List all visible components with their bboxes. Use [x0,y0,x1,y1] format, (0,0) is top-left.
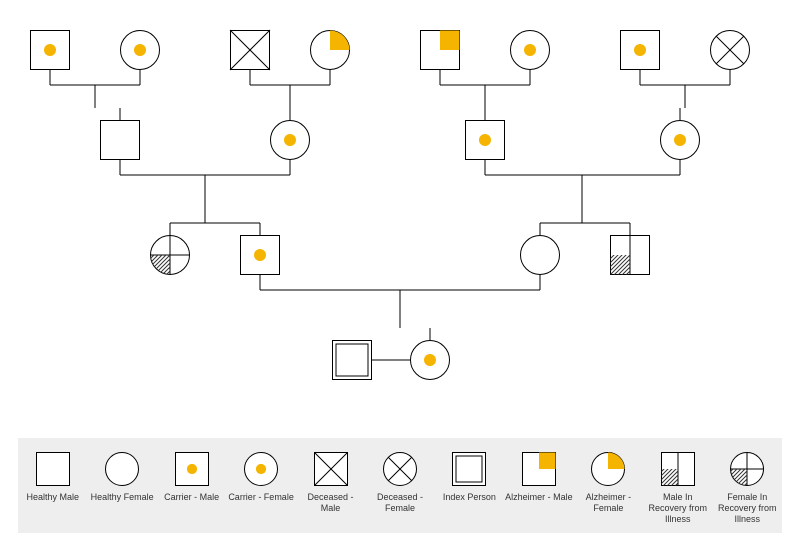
person-g1d_m [621,31,660,70]
legend-label: Deceased - Male [297,492,365,514]
person-g4_f [411,341,450,380]
legend-carrier_male: Carrier - Male [158,452,226,503]
person-g1b_f [311,31,350,70]
person-g1a_f [121,31,160,70]
pedigree-tree [0,0,800,430]
legend-label: Carrier - Female [228,492,294,503]
legend-healthy_male: Healthy Male [19,452,87,503]
person-g3a_s [151,236,190,275]
legend-healthy_female: Healthy Female [88,452,156,503]
legend-alz_male: Alzheimer - Male [505,452,573,503]
legend-label: Alzheimer - Female [574,492,642,514]
person-g3a_m [241,236,280,275]
legend-deceased_female: Deceased - Female [366,452,434,514]
person-g1c_m [421,31,460,70]
person-g1d_f [711,31,750,70]
person-g2a_f [271,121,310,160]
legend-label: Deceased - Female [366,492,434,514]
legend-label: Male In Recovery from Illness [644,492,712,525]
person-g3b_f [521,236,560,275]
person-g2b_f [661,121,700,160]
person-g3b_s [611,236,650,275]
person-g4_m [333,341,372,380]
legend-alz_female: Alzheimer - Female [574,452,642,514]
person-g1c_f [511,31,550,70]
legend-index_person: Index Person [435,452,503,503]
legend-label: Female In Recovery from Illness [713,492,781,525]
person-g1b_m [230,30,270,70]
legend-label: Healthy Female [91,492,154,503]
legend-deceased_male: Deceased - Male [297,452,365,514]
legend-label: Healthy Male [26,492,79,503]
legend-label: Alzheimer - Male [505,492,573,503]
legend-recovery_female: Female In Recovery from Illness [713,452,781,525]
person-g2a_m [101,121,140,160]
legend-label: Carrier - Male [164,492,219,503]
legend-recovery_male: Male In Recovery from Illness [644,452,712,525]
person-g1a_m [31,31,70,70]
legend-carrier_female: Carrier - Female [227,452,295,503]
person-g2b_m [466,121,505,160]
legend-label: Index Person [443,492,496,503]
legend: Healthy Male Healthy Female Carrier - Male… [18,438,782,533]
